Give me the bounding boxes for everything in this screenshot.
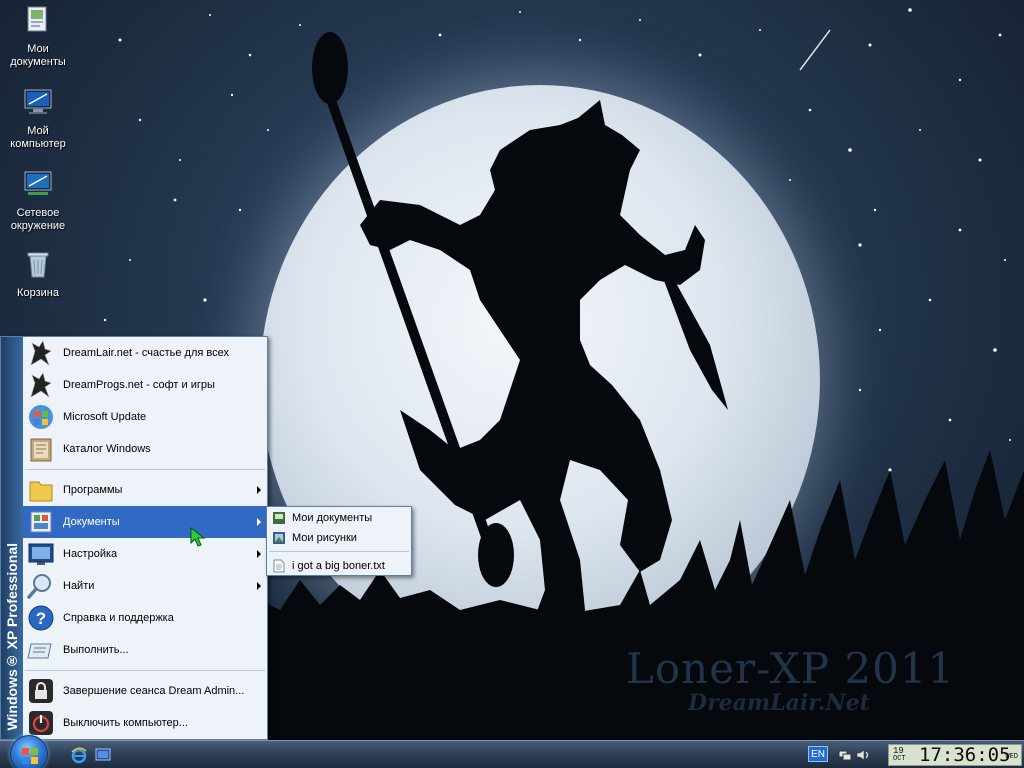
menu-item-label: Справка и поддержка <box>63 612 174 624</box>
wallpaper-subtitle: DreamLair.Net <box>688 690 870 716</box>
settings-icon <box>28 543 54 565</box>
menu-item-label: Настройка <box>63 548 118 560</box>
menu-item-search[interactable]: Найти <box>23 570 267 602</box>
menu-item-label: DreamLair.net - счастье для всех <box>63 347 229 359</box>
menu-item-programs[interactable]: Программы <box>23 474 267 506</box>
clock-month: OCT <box>893 755 906 763</box>
desktop-icon-label: Мои документы <box>10 43 66 68</box>
menu-item-label: Документы <box>63 516 120 528</box>
submenu-arrow-icon <box>257 582 261 590</box>
desktop-icon-my-computer[interactable]: Мой компьютер <box>0 86 76 151</box>
menu-separator <box>25 469 265 470</box>
wolf-logo-icon <box>30 340 52 366</box>
clock-time: 17:36:05 <box>919 744 1011 766</box>
windows-update-icon <box>29 405 53 429</box>
volume-icon[interactable] <box>856 748 870 762</box>
submenu-arrow-icon <box>257 486 261 494</box>
my-documents-icon <box>27 6 47 32</box>
start-menu-list: DreamLair.net - счастье для всех DreamPr… <box>23 337 267 739</box>
menu-item-label: Microsoft Update <box>63 411 147 423</box>
start-button[interactable] <box>10 735 48 768</box>
menu-item-dreamprogs[interactable]: DreamProgs.net - софт и игры <box>23 369 267 401</box>
documents-icon <box>30 511 52 533</box>
desktop-icon-label: Корзина <box>17 287 59 299</box>
svg-text:?: ? <box>36 609 46 628</box>
menu-item-label: Выполнить... <box>63 644 129 656</box>
run-icon <box>27 643 52 659</box>
windows-logo-icon <box>22 748 38 764</box>
menu-item-windows-catalog[interactable]: Каталог Windows <box>23 433 267 465</box>
menu-item-label: Программы <box>63 484 123 496</box>
system-tray: EN 19 OCT 17:36:05 WED <box>804 742 1024 768</box>
lock-icon <box>29 679 53 703</box>
submenu-item-label: i got a big boner.txt <box>292 560 385 572</box>
taskbar: EN 19 OCT 17:36:05 WED <box>0 735 1024 768</box>
menu-item-label: Завершение сеанса Dream Admin... <box>63 685 245 697</box>
recycle-bin-icon <box>27 252 49 278</box>
network-icon[interactable] <box>838 748 852 762</box>
documents-submenu: Мои документы Мои рисунки i got a big bo… <box>266 506 412 576</box>
programs-folder-icon <box>29 481 53 502</box>
menu-item-documents[interactable]: Документы <box>23 506 267 538</box>
banner-text: Windows® XP Professional <box>4 543 20 731</box>
start-menu: Windows® XP Professional DreamLair.net -… <box>0 336 268 740</box>
menu-item-settings[interactable]: Настройка <box>23 538 267 570</box>
menu-item-dreamlair[interactable]: DreamLair.net - счастье для всех <box>23 337 267 369</box>
menu-item-shutdown[interactable]: Выключить компьютер... <box>23 707 267 739</box>
desktop-icon-label: Сетевое окружение <box>10 207 66 232</box>
menu-item-label: DreamProgs.net - софт и игры <box>63 379 215 391</box>
internet-explorer-icon[interactable] <box>70 746 88 764</box>
clock-weekday: WED <box>1005 753 1018 761</box>
help-icon: ? <box>28 605 54 631</box>
mouse-cursor-icon <box>190 527 206 547</box>
menu-item-label: Найти <box>63 580 95 592</box>
desktop-icon-recycle-bin[interactable]: Корзина <box>0 248 76 300</box>
clock[interactable]: 19 OCT 17:36:05 WED <box>888 744 1022 766</box>
windows-catalog-icon <box>30 438 52 462</box>
desktop-icon-my-documents[interactable]: Мои документы <box>0 4 76 69</box>
language-indicator[interactable]: EN <box>808 746 828 762</box>
desktop-icon-label: Мой компьютер <box>10 125 66 150</box>
menu-item-logoff[interactable]: Завершение сеанса Dream Admin... <box>23 675 267 707</box>
show-desktop-icon[interactable] <box>94 746 112 764</box>
start-menu-banner: Windows® XP Professional <box>1 337 23 739</box>
menu-separator <box>25 670 265 671</box>
my-pictures-icon <box>273 532 285 544</box>
submenu-item-my-documents[interactable]: Мои документы <box>267 508 411 528</box>
wallpaper-title: Loner-XP 2011 <box>626 644 956 693</box>
network-places-icon <box>24 171 52 195</box>
text-file-icon <box>273 559 285 573</box>
my-documents-icon <box>273 512 285 524</box>
menu-item-microsoft-update[interactable]: Microsoft Update <box>23 401 267 433</box>
menu-item-label: Каталог Windows <box>63 443 151 455</box>
my-computer-icon <box>24 89 52 114</box>
submenu-item-my-pictures[interactable]: Мои рисунки <box>267 528 411 548</box>
desktop-icon-network[interactable]: Сетевое окружение <box>0 168 76 233</box>
submenu-arrow-icon <box>257 550 261 558</box>
submenu-item-recent-file[interactable]: i got a big boner.txt <box>267 556 411 576</box>
submenu-item-label: Мои документы <box>292 512 373 524</box>
submenu-item-label: Мои рисунки <box>292 532 357 544</box>
search-icon <box>27 574 51 599</box>
menu-item-run[interactable]: Выполнить... <box>23 634 267 666</box>
menu-item-help[interactable]: ? Справка и поддержка <box>23 602 267 634</box>
wolf-logo-icon <box>30 372 52 398</box>
menu-item-label: Выключить компьютер... <box>63 717 188 729</box>
submenu-arrow-icon <box>257 518 261 526</box>
submenu-separator <box>269 551 409 552</box>
